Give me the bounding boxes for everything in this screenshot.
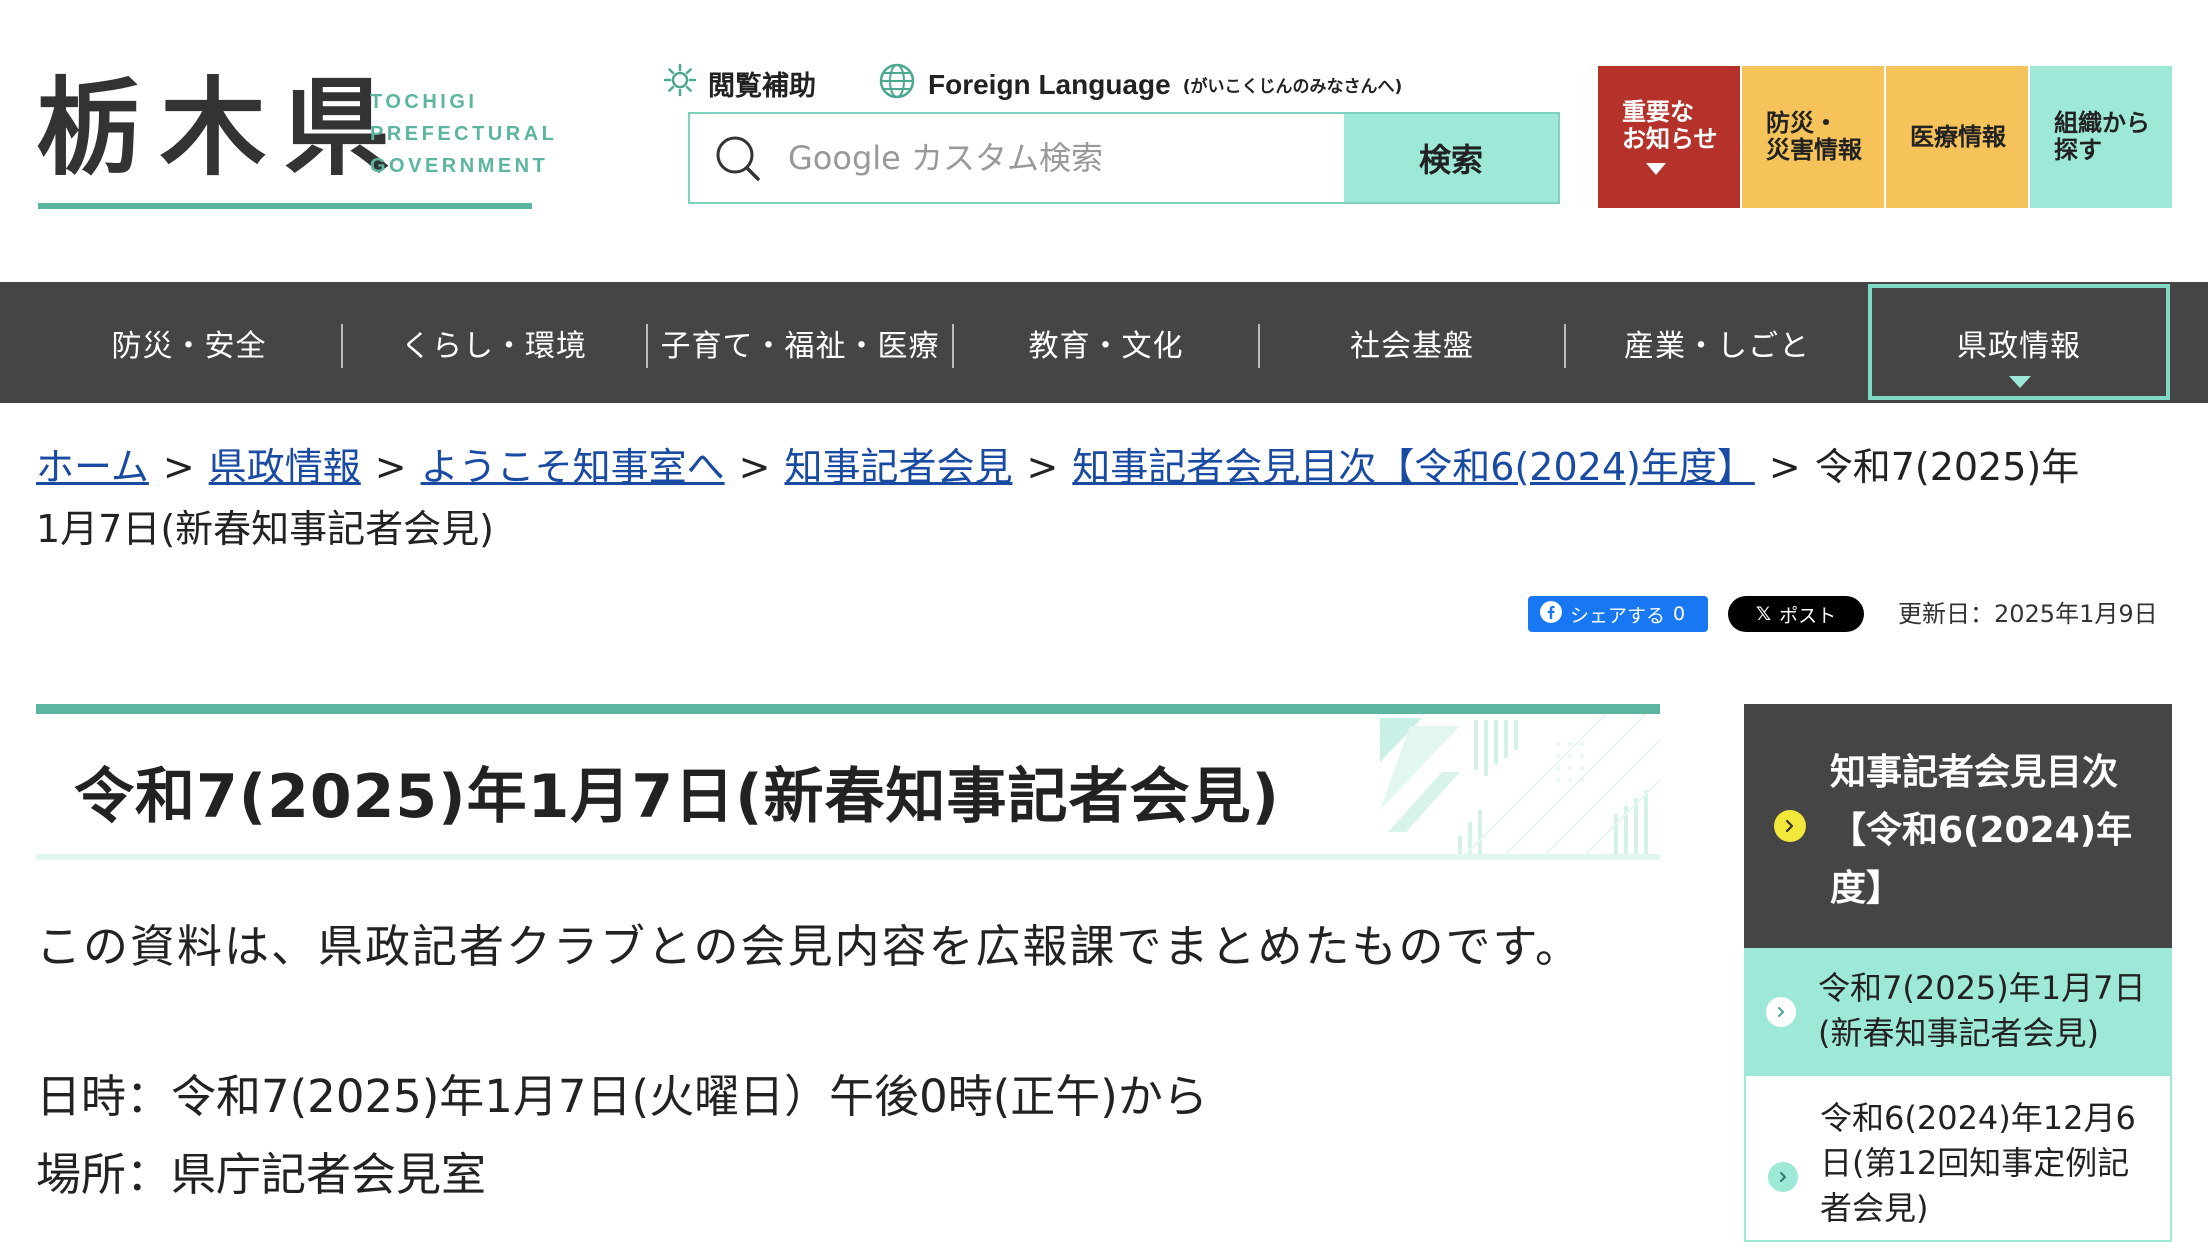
breadcrumb-separator: > <box>374 445 407 489</box>
breadcrumb: ホーム > 県政情報 > ようこそ知事室へ > 知事記者会見 > 知事記者会見目次【令和6(20… <box>36 436 2176 560</box>
sidebar-item-line: 日(第12回知事定例記 <box>1820 1144 2130 1182</box>
logo-en-line: TOCHIGI <box>370 91 478 113</box>
logo-en-line: PREFECTURAL <box>370 123 558 145</box>
sidebar-item-line: 令和6(2024)年12月6 <box>1820 1099 2136 1137</box>
quick-link-label: 探す <box>2054 136 2102 164</box>
search-input[interactable] <box>786 114 1344 202</box>
facebook-icon <box>1540 600 1562 628</box>
breadcrumb-link-home[interactable]: ホーム <box>36 445 149 489</box>
important-notice-button[interactable]: 重要な お知らせ <box>1598 66 1740 208</box>
page-title: 令和7(2025)年1月7日(新春知事記者会見) <box>74 762 1280 832</box>
nav-item-safety[interactable]: 防災・安全 <box>36 282 342 403</box>
nav-item-life[interactable]: くらし・環境 <box>342 282 646 403</box>
breadcrumb-separator: > <box>1768 445 1801 489</box>
breadcrumb-current: 令和7(2025)年 <box>1814 445 2080 489</box>
quick-link-label: 災害情報 <box>1766 136 1862 164</box>
nav-item-welfare[interactable]: 子育て・福祉・医療 <box>648 282 952 403</box>
logo-en-line: GOVERNMENT <box>370 155 549 177</box>
title-underline <box>36 854 1660 860</box>
breadcrumb-separator: > <box>738 445 771 489</box>
facebook-share-count: 0 <box>1673 603 1686 625</box>
meeting-place: 場所：県庁記者会見室 <box>36 1148 487 1201</box>
site-logo[interactable]: 栃木県 <box>36 68 408 188</box>
quick-link-label: お知らせ <box>1622 125 1718 153</box>
sidebar-heading-text: 知事記者会見目次 【令和6(2024)年 度】 <box>1830 744 2150 918</box>
sidebar-heading-line: 知事記者会見目次 <box>1830 752 2119 793</box>
breadcrumb-link-governor-office[interactable]: ようこそ知事室へ <box>421 445 725 489</box>
nav-item-infrastructure[interactable]: 社会基盤 <box>1260 282 1564 403</box>
foreign-language-label: Foreign Language <box>928 68 1171 100</box>
quick-link-label: 医療情報 <box>1910 122 2006 151</box>
accessibility-link[interactable]: 閲覧補助 <box>662 62 816 105</box>
nav-item-education[interactable]: 教育・文化 <box>954 282 1258 403</box>
disaster-info-button[interactable]: 防災・ 災害情報 <box>1742 66 1884 208</box>
lead-paragraph: この資料は、県政記者クラブとの会見内容を広報課でまとめたものです。 <box>36 920 1583 973</box>
foreign-language-link[interactable]: Foreign Language (がいこくじんのみなさんへ) <box>878 62 1402 107</box>
quick-link-label: 組織から <box>2054 109 2150 137</box>
logo-underline <box>38 203 532 209</box>
medical-info-button[interactable]: 医療情報 <box>1886 66 2028 208</box>
x-post-label: ポスト <box>1779 604 1837 627</box>
facebook-share-button[interactable]: シェアする 0 <box>1528 596 1708 632</box>
updated-date: 更新日：2025年1月9日 <box>1898 600 2158 628</box>
breadcrumb-separator: > <box>162 445 195 489</box>
search-button[interactable]: 検索 <box>1344 114 1558 202</box>
caret-down-icon <box>2009 376 2031 388</box>
sidebar-heading-line: 度】 <box>1830 868 1903 909</box>
sidebar-item-line: (新春知事記者会見) <box>1818 1014 2099 1052</box>
breadcrumb-current: 1月7日(新春知事記者会見) <box>36 507 495 551</box>
breadcrumb-link-index[interactable]: 知事記者会見目次【令和6(2024)年度】 <box>1072 445 1755 489</box>
title-top-bar <box>36 704 1660 714</box>
sidebar-heading-line: 【令和6(2024)年 <box>1830 810 2133 851</box>
chevron-right-icon <box>1774 810 1806 842</box>
breadcrumb-separator: > <box>1026 445 1059 489</box>
chevron-down-icon <box>1646 163 1666 175</box>
breadcrumb-link-prefectural-info[interactable]: 県政情報 <box>209 445 361 489</box>
search-icon <box>690 114 786 202</box>
foreign-language-sub: (がいこくじんのみなさんへ) <box>1182 77 1403 97</box>
facebook-share-label: シェアする <box>1570 604 1666 627</box>
x-post-button[interactable]: 𝕏 ポスト <box>1728 596 1864 632</box>
search-by-organization-button[interactable]: 組織から 探す <box>2030 66 2172 208</box>
gear-icon <box>662 62 698 105</box>
nav-item-industry[interactable]: 産業・しごと <box>1566 282 1868 403</box>
chevron-right-icon <box>1768 1162 1798 1192</box>
quick-link-label: 防災・ <box>1766 109 1838 137</box>
globe-icon <box>878 62 916 107</box>
search-form: 検索 <box>688 112 1560 204</box>
chevron-right-icon <box>1766 997 1796 1027</box>
sidebar-item-line: 者会見) <box>1820 1189 1929 1227</box>
sidebar-item-label: 令和6(2024)年12月6 日(第12回知事定例記 者会見) <box>1820 1096 2160 1231</box>
sidebar-item[interactable]: 令和6(2024)年12月6 日(第12回知事定例記 者会見) <box>1744 1076 2172 1242</box>
sidebar-item-label: 令和7(2025)年1月7日 (新春知事記者会見) <box>1818 966 2158 1056</box>
breadcrumb-link-press-conference[interactable]: 知事記者会見 <box>784 445 1012 489</box>
sidebar-item-current[interactable]: 令和7(2025)年1月7日 (新春知事記者会見) <box>1744 948 2172 1076</box>
x-logo-icon: 𝕏 <box>1755 603 1772 625</box>
quick-link-label: 重要な <box>1622 98 1694 126</box>
meeting-datetime: 日時：令和7(2025)年1月7日(火曜日）午後0時(正午)から <box>36 1070 1208 1123</box>
sidebar-item-line: 令和7(2025)年1月7日 <box>1818 969 2146 1007</box>
site-logo-english: TOCHIGI PREFECTURAL GOVERNMENT <box>370 86 557 182</box>
accessibility-label: 閲覧補助 <box>708 71 816 102</box>
